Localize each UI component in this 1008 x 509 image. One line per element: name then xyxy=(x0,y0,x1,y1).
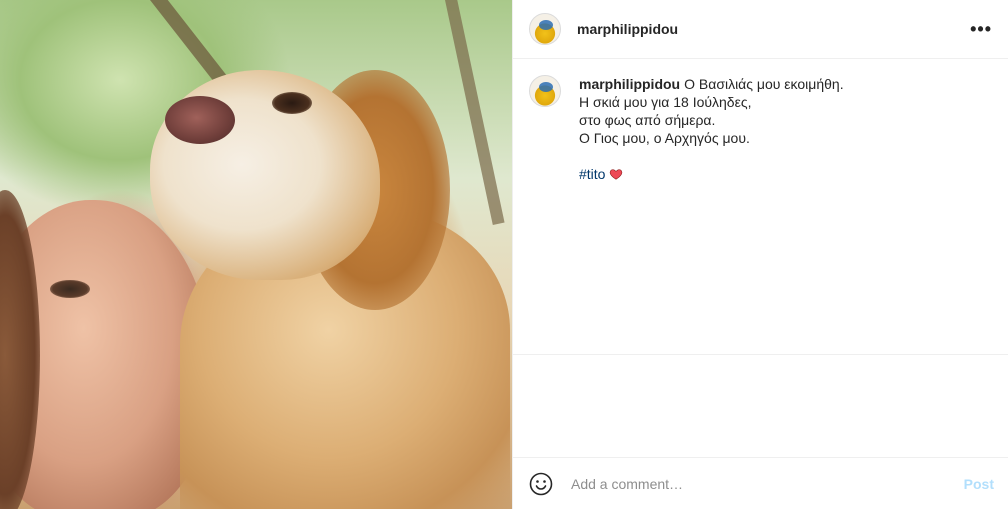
caption-avatar[interactable] xyxy=(529,75,561,107)
hashtag-link[interactable]: #tito xyxy=(579,166,605,182)
caption-line: Ο Βασιλιάς μου εκοιμήθη. xyxy=(684,76,844,92)
post-comment-button[interactable]: Post xyxy=(964,476,994,492)
photo-dog-eye xyxy=(272,92,312,114)
comment-bar: Post xyxy=(513,457,1008,509)
author-username[interactable]: marphilippidou xyxy=(577,21,678,37)
instagram-post: marphilippidou ••• marphilippidou Ο Βασιλ… xyxy=(0,0,1008,509)
author-avatar[interactable] xyxy=(529,13,561,45)
post-photo[interactable] xyxy=(0,0,512,509)
caption-line: Η σκιά μου για 18 Ιούληδες, xyxy=(579,94,752,110)
caption-section: marphilippidou Ο Βασιλιάς μου εκοιμήθη. Η… xyxy=(513,59,1008,354)
comment-input[interactable] xyxy=(569,474,964,493)
post-side-panel: marphilippidou ••• marphilippidou Ο Βασιλ… xyxy=(512,0,1008,509)
caption-text: marphilippidou Ο Βασιλιάς μου εκοιμήθη. Η… xyxy=(579,75,979,354)
smiley-icon[interactable] xyxy=(529,472,553,496)
caption-line: στο φως από σήμερα. xyxy=(579,112,716,128)
more-options-icon[interactable]: ••• xyxy=(970,20,992,38)
red-heart-icon xyxy=(610,169,623,180)
comments-empty-area xyxy=(513,354,1008,459)
photo-dog-nose xyxy=(165,96,235,144)
post-header: marphilippidou ••• xyxy=(513,0,1008,59)
caption-line: Ο Γιος μου, ο Αρχηγός μου. xyxy=(579,130,750,146)
photo-woman-eye xyxy=(50,280,90,298)
photo-branch xyxy=(445,0,505,225)
caption-username[interactable]: marphilippidou xyxy=(579,76,680,92)
